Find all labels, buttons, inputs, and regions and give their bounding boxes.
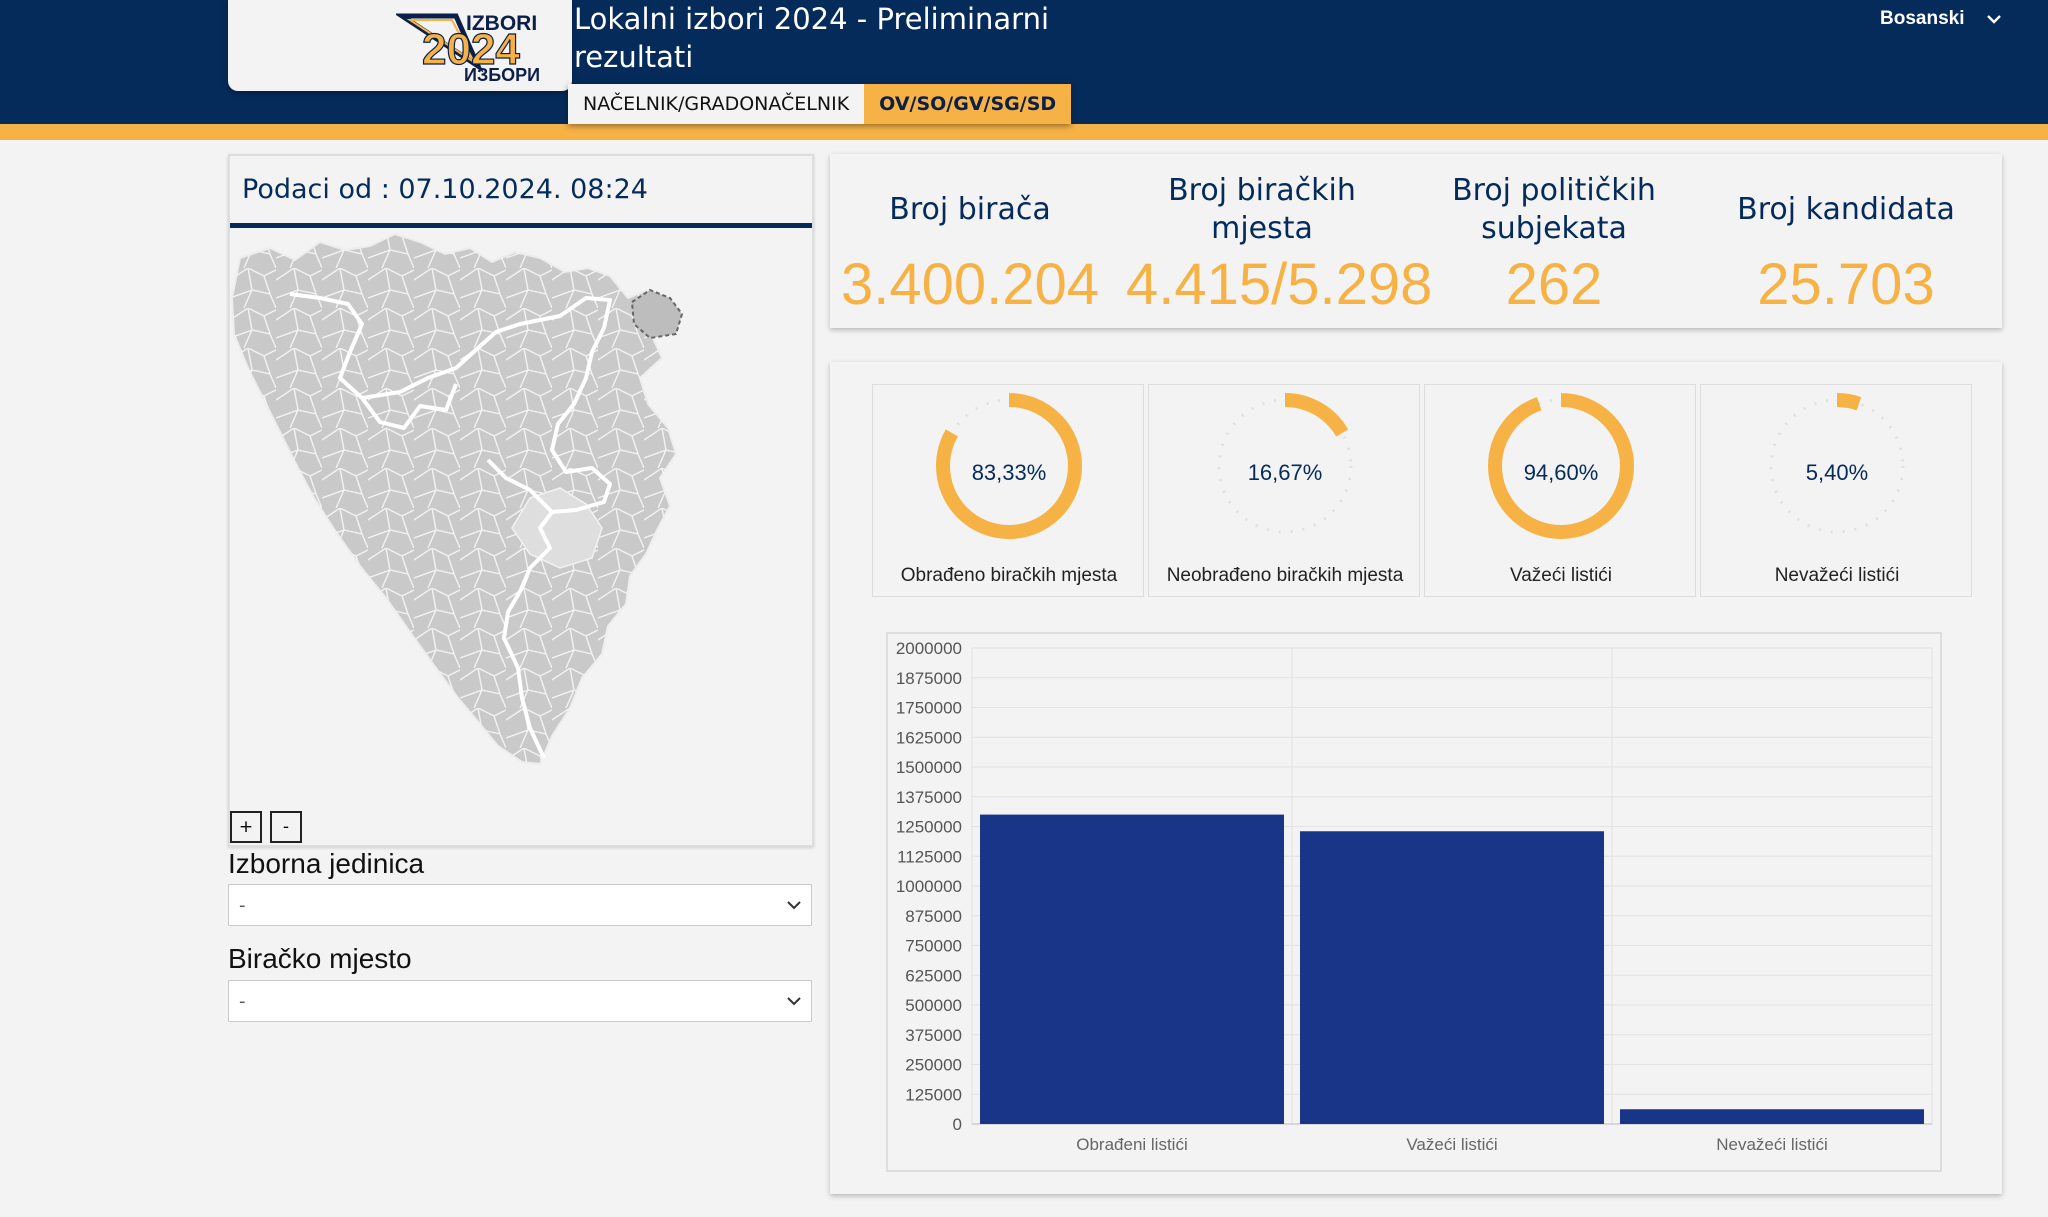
donut-label: Neobrađeno biračkih mjesta xyxy=(1166,565,1404,586)
stat-value: 4.415/5.298 xyxy=(1126,252,1433,317)
stat-broj-biraca: Broj birača 3.400.204 xyxy=(834,172,1106,320)
donut-card-vazeci: 94,60% Važeći listići xyxy=(1424,384,1696,597)
donut-card-nevazeci: 5,40% Nevažeći listići xyxy=(1700,384,1972,597)
app-title: Lokalni izbori 2024 - Preliminarni rezul… xyxy=(574,2,1050,74)
biracko-mjesto-label: Biračko mjesto xyxy=(228,943,412,974)
x-tick-label: Nevažeći listići xyxy=(1716,1135,1827,1154)
y-tick-label: 1875000 xyxy=(896,669,962,688)
donut-card-neobradjeno: 16,67% Neobrađeno biračkih mjesta xyxy=(1148,384,1420,597)
y-tick-label: 750000 xyxy=(905,937,962,956)
logo-container[interactable]: IZBORI 2024 ИЗБОРИ xyxy=(228,0,572,91)
y-tick-label: 1500000 xyxy=(896,758,962,777)
y-tick-label: 1375000 xyxy=(896,788,962,807)
bar xyxy=(980,814,1284,1124)
y-tick-label: 0 xyxy=(953,1115,962,1134)
y-tick-label: 875000 xyxy=(905,907,962,926)
bar xyxy=(1620,1109,1924,1124)
y-tick-label: 1250000 xyxy=(896,818,962,837)
accent-stripe xyxy=(0,124,2048,140)
stat-label: Broj biračkih mjesta xyxy=(1168,173,1356,246)
ballots-bar-chart-container: 0 125000 250000 375000 500000 625000 750000 875… xyxy=(886,632,1942,1172)
biracko-mjesto-value: - xyxy=(239,990,246,1012)
donut-card-obradjeno: 83,33% Obrađeno biračkih mjesta xyxy=(872,384,1144,597)
stat-label: Broj kandidata xyxy=(1737,192,1955,227)
election-tabs: NAČELNIK/GRADONAČELNIK OV/SO/GV/SG/SD xyxy=(568,84,1072,124)
donut-percent: 5,40% xyxy=(1805,460,1869,485)
donut-percent: 83,33% xyxy=(971,460,1047,485)
y-tick-label: 125000 xyxy=(905,1085,962,1104)
stat-value: 25.703 xyxy=(1757,252,1935,317)
y-tick-label: 500000 xyxy=(905,996,962,1015)
stat-broj-kandidata: Broj kandidata 25.703 xyxy=(1710,172,1982,320)
chevron-down-icon xyxy=(787,900,801,909)
y-tick-label: 2000000 xyxy=(896,639,962,658)
stat-value: 262 xyxy=(1505,252,1603,317)
y-tick-label: 250000 xyxy=(905,1056,962,1075)
y-tick-label: 375000 xyxy=(905,1026,962,1045)
logo-line2: ИЗБОРИ xyxy=(464,65,540,84)
izborna-jedinica-select[interactable]: - xyxy=(228,884,812,926)
donut-percent: 16,67% xyxy=(1247,460,1323,485)
map-panel: Podaci od : 07.10.2024. 08:24 + - xyxy=(228,154,814,847)
data-date: Podaci od : 07.10.2024. 08:24 xyxy=(230,156,812,228)
y-tick-label: 1625000 xyxy=(896,728,962,747)
donut-percent: 94,60% xyxy=(1523,460,1599,485)
language-label: Bosanski xyxy=(1880,8,1965,29)
biracko-mjesto-select[interactable]: - xyxy=(228,980,812,1022)
donut-label: Važeći listići xyxy=(1509,565,1613,586)
stats-panel: Broj birača 3.400.204 Broj biračkih mjes… xyxy=(830,154,2002,328)
y-tick-label: 1125000 xyxy=(897,847,962,866)
x-tick-label: Obrađeni listići xyxy=(1076,1135,1188,1154)
izborna-jedinica-value: - xyxy=(239,894,246,916)
stat-label: Broj političkih subjekata xyxy=(1452,173,1656,246)
y-tick-label: 1000000 xyxy=(896,877,962,896)
chevron-down-icon xyxy=(1987,15,2002,24)
language-selector[interactable]: Bosanski xyxy=(1880,8,2002,30)
bih-map[interactable] xyxy=(230,228,816,788)
ballots-bar-chart: 0 125000 250000 375000 500000 625000 750000 875… xyxy=(896,639,1933,1154)
y-tick-label: 625000 xyxy=(905,966,962,985)
stat-value: 3.400.204 xyxy=(840,252,1100,317)
zoom-in-button[interactable]: + xyxy=(230,811,262,843)
tab-nacelnik[interactable]: NAČELNIK/GRADONAČELNIK xyxy=(568,84,865,124)
bar xyxy=(1300,831,1604,1124)
donut-label: Obrađeno biračkih mjesta xyxy=(900,565,1118,586)
chevron-down-icon xyxy=(787,996,801,1005)
x-tick-label: Važeći listići xyxy=(1406,1135,1497,1154)
donut-label: Nevažeći listići xyxy=(1774,565,1900,586)
stat-label: Broj birača xyxy=(889,192,1051,227)
stat-broj-birackih-mjesta: Broj biračkih mjesta 4.415/5.298 xyxy=(1126,172,1433,320)
izborna-jedinica-label: Izborna jedinica xyxy=(228,848,425,879)
izbori-2024-logo: IZBORI 2024 ИЗБОРИ xyxy=(396,12,540,84)
zoom-out-button[interactable]: - xyxy=(270,811,302,843)
stat-broj-politickih-subjekata: Broj političkih subjekata 262 xyxy=(1418,172,1690,320)
tab-ov-so-gv-sg-sd[interactable]: OV/SO/GV/SG/SD xyxy=(864,84,1072,124)
y-tick-label: 1750000 xyxy=(896,699,962,718)
charts-panel: 83,33% Obrađeno biračkih mjesta 16,67% N… xyxy=(830,362,2002,1194)
